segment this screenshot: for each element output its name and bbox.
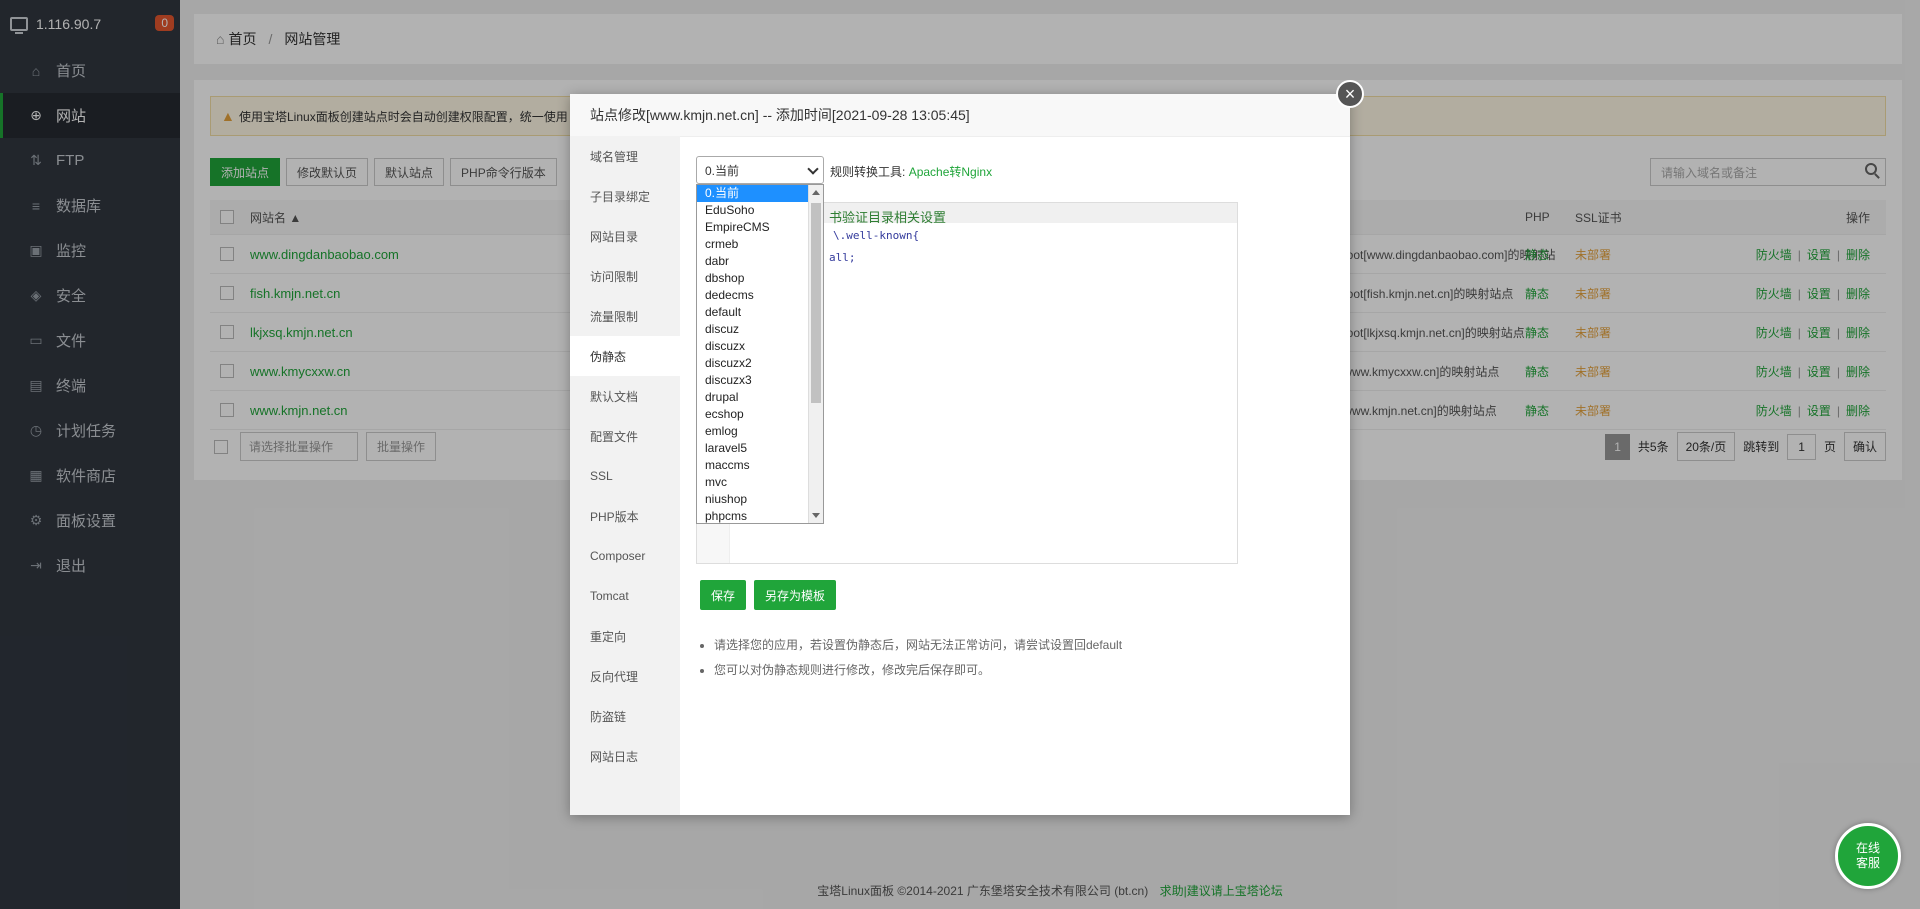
tip-item: 您可以对伪静态规则进行修改，修改完后保存即可。 (714, 661, 1122, 678)
editor-actions: 保存 另存为模板 (700, 580, 837, 610)
dropdown-option[interactable]: emlog (697, 423, 823, 440)
close-icon[interactable]: × (1336, 80, 1364, 108)
scroll-down-icon[interactable] (812, 513, 820, 518)
dropdown-option[interactable]: default (697, 304, 823, 321)
dropdown-option[interactable]: phpcms (697, 508, 823, 523)
modal-nav: 域名管理 子目录绑定 网站目录 访问限制 流量限制 伪静态 默认文档 配置文件 SSL PHP版本… (570, 136, 680, 815)
chevron-down-icon (807, 163, 819, 175)
modal-nav-item[interactable]: SSL (570, 456, 680, 496)
dropdown-option[interactable]: crmeb (697, 236, 823, 253)
save-as-template-button[interactable]: 另存为模板 (754, 580, 837, 610)
modal-nav-item[interactable]: 配置文件 (570, 416, 680, 456)
chat-line-2: 客服 (1855, 856, 1880, 870)
dropdown-scrollbar[interactable] (808, 185, 823, 523)
online-support-button[interactable]: 在线 客服 (1835, 823, 1901, 889)
dropdown-option[interactable]: EduSoho (697, 202, 823, 219)
save-button[interactable]: 保存 (700, 580, 747, 610)
dropdown-option[interactable]: dedecms (697, 287, 823, 304)
modal-nav-item[interactable]: 子目录绑定 (570, 176, 680, 216)
dropdown-option[interactable]: maccms (697, 457, 823, 474)
convert-link[interactable]: Apache转Nginx (909, 165, 992, 179)
rewrite-dropdown-list: 0.当前 EduSoho EmpireCMS crmeb dabr dbshop dedec… (696, 184, 824, 524)
editor-line-2: \.well-known{ (833, 229, 920, 242)
rewrite-select[interactable]: 0.当前 (696, 156, 824, 184)
modal-nav-item[interactable]: 伪静态 (570, 336, 680, 376)
rewrite-panel: 0.当前 规则转换工具: Apache转Nginx 书验证目录相关设置 \.we… (680, 136, 1350, 815)
modal-nav-item[interactable]: 网站目录 (570, 216, 680, 256)
scrollbar-thumb[interactable] (811, 203, 821, 403)
dropdown-option[interactable]: ecshop (697, 406, 823, 423)
convert-label: 规则转换工具: (830, 165, 906, 179)
dropdown-option[interactable]: EmpireCMS (697, 219, 823, 236)
convert-tool: 规则转换工具: Apache转Nginx (830, 163, 992, 180)
scroll-up-icon[interactable] (812, 190, 820, 195)
dropdown-option[interactable]: dabr (697, 253, 823, 270)
modal-title: 站点修改[www.kmjn.net.cn] -- 添加时间[2021-09-28… (570, 94, 1350, 137)
dropdown-option[interactable]: laravel5 (697, 440, 823, 457)
editor-line-1: 书验证目录相关设置 (829, 210, 947, 225)
dropdown-option[interactable]: 0.当前 (697, 185, 823, 202)
dropdown-option[interactable]: mvc (697, 474, 823, 491)
editor-line-3: all; (829, 251, 856, 264)
modal-nav-item[interactable]: 反向代理 (570, 656, 680, 696)
modal-nav-item[interactable]: 重定向 (570, 616, 680, 656)
dropdown-option[interactable]: discuzx2 (697, 355, 823, 372)
dropdown-option[interactable]: drupal (697, 389, 823, 406)
modal-nav-item[interactable]: 域名管理 (570, 136, 680, 176)
modal-nav-item[interactable]: Tomcat (570, 576, 680, 616)
modal-nav-item[interactable]: 访问限制 (570, 256, 680, 296)
dropdown-option[interactable]: discuzx (697, 338, 823, 355)
dropdown-option[interactable]: dbshop (697, 270, 823, 287)
tip-item: 请选择您的应用，若设置伪静态后，网站无法正常访问，请尝试设置回default (714, 636, 1122, 653)
dropdown-option[interactable]: discuzx3 (697, 372, 823, 389)
dropdown-option[interactable]: niushop (697, 491, 823, 508)
rewrite-selected-value: 0.当前 (705, 163, 740, 178)
modal-nav-item[interactable]: 网站日志 (570, 736, 680, 776)
modal-nav-item[interactable]: Composer (570, 536, 680, 576)
site-edit-modal: 站点修改[www.kmjn.net.cn] -- 添加时间[2021-09-28… (570, 80, 1364, 815)
modal-nav-item[interactable]: 默认文档 (570, 376, 680, 416)
modal-nav-item[interactable]: 流量限制 (570, 296, 680, 336)
dropdown-option[interactable]: discuz (697, 321, 823, 338)
help-tips: 请选择您的应用，若设置伪静态后，网站无法正常访问，请尝试设置回default 您… (700, 636, 1122, 686)
modal-nav-item[interactable]: PHP版本 (570, 496, 680, 536)
modal-nav-item[interactable]: 防盗链 (570, 696, 680, 736)
chat-line-1: 在线 (1855, 841, 1880, 855)
